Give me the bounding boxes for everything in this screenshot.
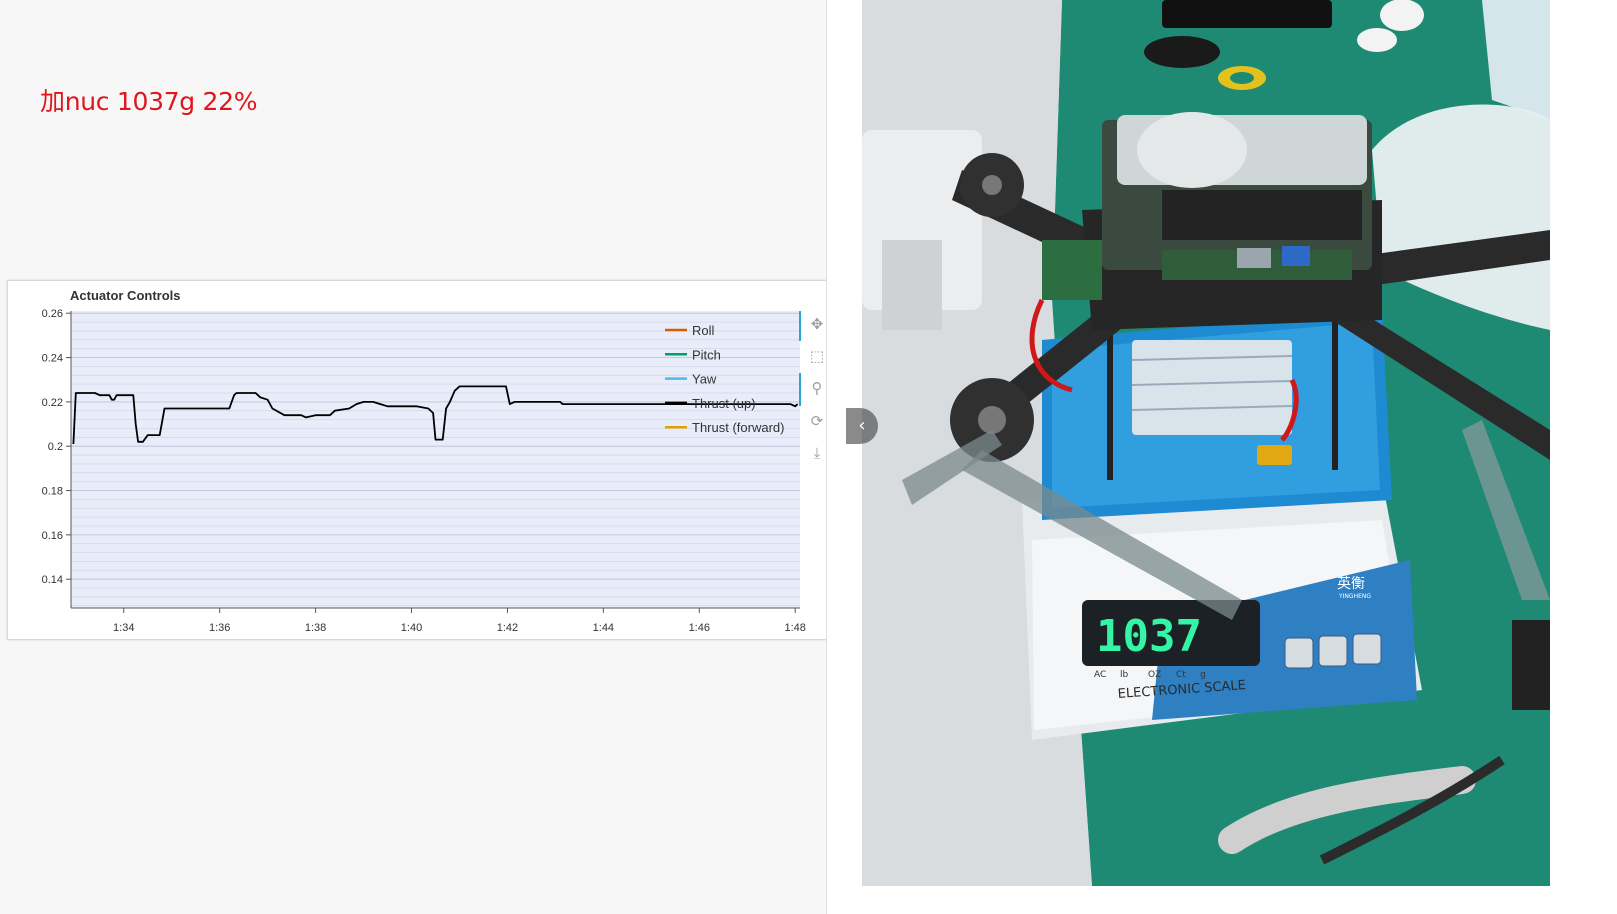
legend-label: Yaw (692, 372, 717, 387)
scale-brand-sub: YINGHENG (1338, 593, 1371, 600)
plot-area (71, 311, 800, 608)
chart-title: Actuator Controls (70, 288, 181, 303)
scale-unit-label: g (1200, 670, 1206, 680)
reset-icon[interactable]: ⟳ (808, 412, 826, 430)
scale-display: 1037 (1096, 611, 1202, 662)
x-tick-label: 1:34 (113, 622, 134, 634)
pan-icon[interactable]: ✥ (808, 315, 826, 333)
y-tick-label: 0.26 (42, 308, 63, 320)
x-tick-label: 1:48 (784, 622, 805, 634)
x-tick-label: 1:38 (305, 622, 326, 634)
x-tick-label: 1:44 (593, 622, 614, 634)
save-icon[interactable]: ⤓ (808, 444, 826, 462)
legend-label: Thrust (up) (692, 396, 756, 411)
bottom-margin (862, 886, 1550, 914)
legend-label: Pitch (692, 347, 721, 362)
actuator-controls-chart: Actuator Controls 0.26 0.24 0.22 0.2 0.18 0.1… (7, 280, 860, 640)
chart-canvas: Actuator Controls 0.26 0.24 0.22 0.2 0.18 0.1… (42, 288, 806, 634)
x-tick-label: 1:40 (401, 622, 422, 634)
x-tick-label: 1:42 (497, 622, 518, 634)
scale-unit-label: lb (1120, 670, 1129, 680)
y-tick-label: 0.16 (42, 530, 63, 542)
scale-brand: 英衡 (1337, 575, 1365, 592)
drone-on-scale-photo: 1037 英衡 YINGHENG ELECTRONIC SCALE AC lb OZ… (862, 0, 1550, 886)
scale-unit-label: Ct (1176, 670, 1186, 680)
y-tick-label: 0.2 (48, 441, 63, 453)
right-margin (1550, 0, 1617, 914)
x-tick-label: 1:46 (689, 622, 710, 634)
legend-label: Thrust (forward) (692, 420, 784, 435)
y-tick-label: 0.22 (42, 397, 63, 409)
weight-note: 加nuc 1037g 22% (40, 87, 258, 116)
y-tick-label: 0.24 (42, 353, 63, 365)
divider-line (826, 0, 827, 914)
legend-label: Roll (692, 323, 715, 338)
y-tick-label: 0.18 (42, 486, 63, 498)
box-zoom-icon[interactable]: ⬚ (808, 347, 826, 365)
page-divider (826, 0, 862, 914)
scale-unit-label: AC (1094, 670, 1106, 680)
wheel-zoom-icon[interactable]: ⚲ (808, 379, 826, 397)
scale-unit-label: OZ (1148, 670, 1161, 680)
y-tick-label: 0.14 (42, 574, 63, 586)
x-tick-label: 1:36 (209, 622, 230, 634)
